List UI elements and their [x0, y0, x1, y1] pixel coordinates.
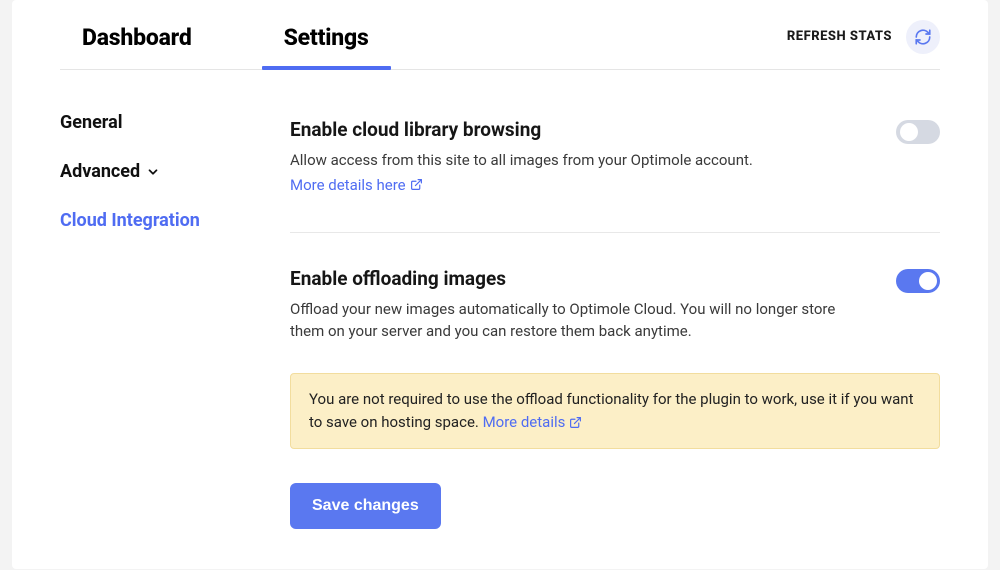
toggle-offloading[interactable] — [896, 269, 940, 293]
sidebar-item-advanced[interactable]: Advanced — [60, 161, 290, 182]
toggle-cloud-library[interactable] — [896, 120, 940, 144]
link-text: More details here — [290, 176, 406, 194]
setting-title: Enable cloud library browsing — [290, 118, 836, 141]
toggle-knob — [919, 272, 937, 290]
save-changes-button[interactable]: Save changes — [290, 483, 441, 529]
refresh-stats-button[interactable]: REFRESH STATS — [787, 29, 892, 44]
setting-cloud-library: Enable cloud library browsing Allow acce… — [290, 112, 940, 220]
tab-settings[interactable]: Settings — [262, 14, 391, 69]
setting-description: Allow access from this site to all image… — [290, 149, 836, 172]
sidebar-item-cloud-integration[interactable]: Cloud Integration — [60, 210, 290, 231]
chevron-down-icon — [146, 165, 160, 179]
setting-offloading: Enable offloading images Offload your ne… — [290, 261, 940, 369]
sidebar-item-general[interactable]: General — [60, 112, 290, 133]
divider — [290, 232, 940, 233]
tab-dashboard[interactable]: Dashboard — [60, 14, 214, 69]
offload-notice: You are not required to use the offload … — [290, 373, 940, 450]
settings-sidebar: General Advanced Cloud Integration — [60, 112, 290, 529]
setting-title: Enable offloading images — [290, 267, 836, 290]
refresh-icon-button[interactable] — [906, 20, 940, 54]
toggle-knob — [900, 123, 918, 141]
notice-text: You are not required to use the offload … — [309, 390, 914, 431]
external-link-icon — [410, 178, 423, 191]
tab-bar: Dashboard Settings REFRESH STATS — [60, 0, 940, 70]
notice-more-details-link[interactable]: More details — [483, 411, 583, 434]
sidebar-item-label: Advanced — [60, 161, 140, 182]
more-details-link[interactable]: More details here — [290, 176, 423, 194]
external-link-icon — [569, 416, 582, 429]
refresh-icon — [914, 28, 932, 46]
setting-description: Offload your new images automatically to… — [290, 298, 836, 343]
link-text: More details — [483, 411, 566, 434]
